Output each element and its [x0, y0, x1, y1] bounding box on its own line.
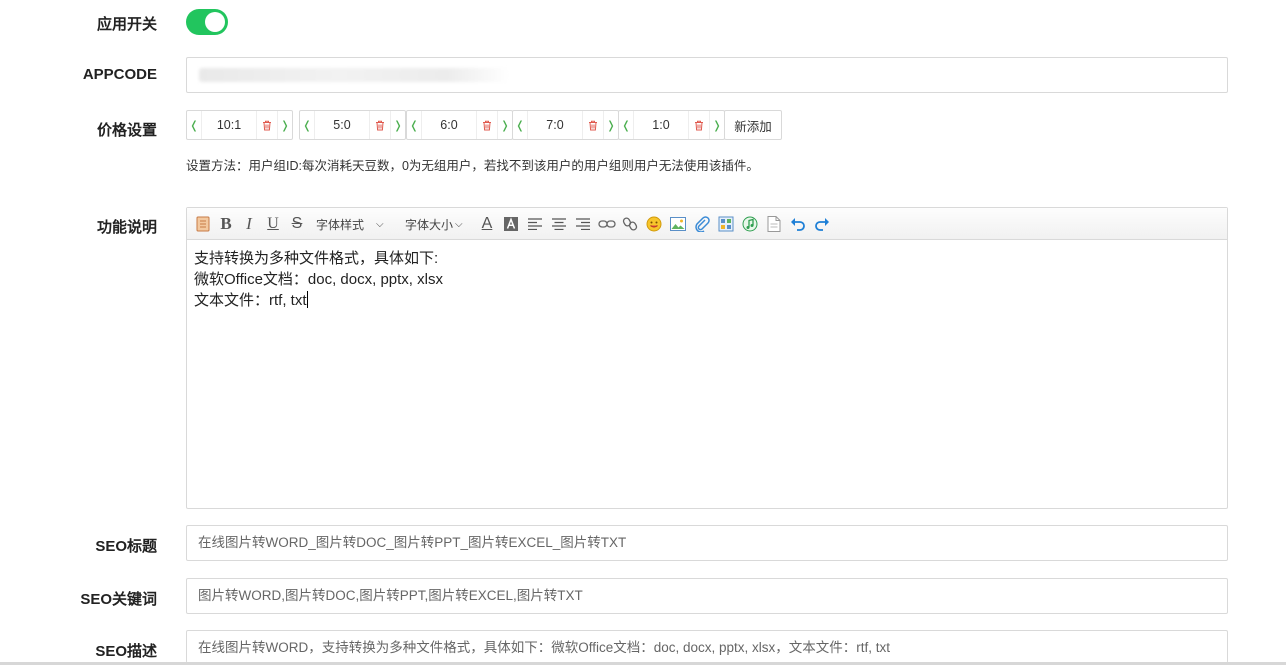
image-icon[interactable]	[670, 214, 686, 234]
price-value-input[interactable]: 1:0	[633, 111, 689, 139]
price-stepper: ❬ 6:0 ❭	[406, 110, 513, 140]
price-stepper: ❬ 5:0 ❭	[299, 110, 406, 140]
template-icon[interactable]	[766, 214, 782, 234]
seo-keywords-input[interactable]: 图片转WORD,图片转DOC,图片转PPT,图片转EXCEL,图片转TXT	[186, 578, 1228, 614]
app-switch-toggle[interactable]	[186, 9, 228, 35]
html-source-icon[interactable]	[195, 214, 211, 234]
app-switch-label: 应用开关	[96, 16, 157, 33]
font-color-icon[interactable]: A	[479, 214, 495, 234]
price-value-input[interactable]: 6:0	[421, 111, 477, 139]
seo-title-input[interactable]: 在线图片转WORD_图片转DOC_图片转PPT_图片转EXCEL_图片转TXT	[186, 525, 1228, 561]
decrement-icon[interactable]: ❬	[513, 111, 527, 139]
seo-keywords-label: SEO关键词	[80, 591, 157, 608]
trash-icon[interactable]	[689, 111, 710, 139]
price-stepper: ❬ 10:1 ❭	[186, 110, 293, 140]
decrement-icon[interactable]: ❬	[619, 111, 633, 139]
increment-icon[interactable]: ❭	[278, 111, 292, 139]
strikethrough-icon[interactable]: S	[289, 214, 305, 234]
multi-image-icon[interactable]	[718, 214, 734, 234]
appcode-redacted-mask	[199, 68, 509, 82]
increment-icon[interactable]: ❭	[498, 111, 512, 139]
price-value-input[interactable]: 5:0	[314, 111, 370, 139]
chevron-down-icon: ⌵	[376, 218, 384, 230]
description-editor: B I U S 字体样式 ⌵ 字体大小 ⌵ A 支持转换为多种文件格式，具体如下…	[186, 207, 1228, 509]
price-value-input[interactable]: 7:0	[527, 111, 583, 139]
decrement-icon[interactable]: ❬	[300, 111, 314, 139]
price-stepper: ❬ 1:0 ❭	[618, 110, 725, 140]
emoticon-icon[interactable]	[646, 214, 662, 234]
editor-toolbar: B I U S 字体样式 ⌵ 字体大小 ⌵ A	[187, 208, 1227, 240]
decrement-icon[interactable]: ❬	[407, 111, 421, 139]
font-size-select[interactable]: 字体大小 ⌵	[405, 214, 471, 234]
font-size-label: 字体大小	[405, 217, 454, 232]
seo-description-label: SEO描述	[95, 643, 157, 660]
editor-line: 文本文件：rtf, txt	[194, 290, 1220, 311]
price-hint: 设置方法：用户组ID:每次消耗天豆数，0为无组用户，若找不到该用户的用户组则用户…	[186, 159, 759, 173]
toggle-knob	[205, 12, 225, 32]
trash-icon[interactable]	[477, 111, 498, 139]
seo-title-label: SEO标题	[95, 538, 157, 555]
trash-icon[interactable]	[370, 111, 391, 139]
unlink-icon[interactable]	[622, 214, 638, 234]
attachment-icon[interactable]	[694, 214, 710, 234]
trash-icon[interactable]	[583, 111, 604, 139]
font-style-label: 字体样式	[316, 217, 365, 232]
increment-icon[interactable]: ❭	[604, 111, 618, 139]
redo-icon[interactable]	[814, 214, 830, 234]
underline-icon[interactable]: U	[265, 214, 281, 234]
appcode-label: APPCODE	[82, 66, 157, 83]
editor-line-text: 文本文件：rtf, txt	[194, 292, 307, 309]
price-stepper: ❬ 7:0 ❭	[512, 110, 619, 140]
italic-icon[interactable]: I	[242, 214, 256, 234]
editor-line: 微软Office文档：doc, docx, pptx, xlsx	[194, 271, 443, 288]
music-icon[interactable]	[742, 214, 758, 234]
background-color-icon[interactable]	[503, 214, 519, 234]
add-price-button[interactable]: 新添加	[724, 110, 782, 140]
increment-icon[interactable]: ❭	[710, 111, 724, 139]
align-center-icon[interactable]	[551, 214, 567, 234]
chevron-down-icon: ⌵	[455, 218, 463, 230]
undo-icon[interactable]	[790, 214, 806, 234]
trash-icon[interactable]	[257, 111, 278, 139]
editor-content-area[interactable]: 支持转换为多种文件格式，具体如下: 微软Office文档：doc, docx, …	[187, 240, 1227, 319]
decrement-icon[interactable]: ❬	[187, 111, 201, 139]
bold-icon[interactable]: B	[218, 214, 234, 234]
increment-icon[interactable]: ❭	[391, 111, 405, 139]
price-label: 价格设置	[96, 122, 157, 139]
link-icon[interactable]	[598, 214, 616, 234]
editor-line: 支持转换为多种文件格式，具体如下:	[194, 250, 439, 267]
align-left-icon[interactable]	[527, 214, 543, 234]
seo-description-input[interactable]: 在线图片转WORD，支持转换为多种文件格式，具体如下：微软Office文档：do…	[186, 630, 1228, 663]
price-value-input[interactable]: 10:1	[201, 111, 257, 139]
description-label: 功能说明	[96, 219, 157, 236]
text-caret	[306, 291, 308, 308]
font-style-select[interactable]: 字体样式 ⌵	[316, 214, 392, 234]
align-right-icon[interactable]	[575, 214, 591, 234]
appcode-input[interactable]	[186, 57, 1228, 93]
